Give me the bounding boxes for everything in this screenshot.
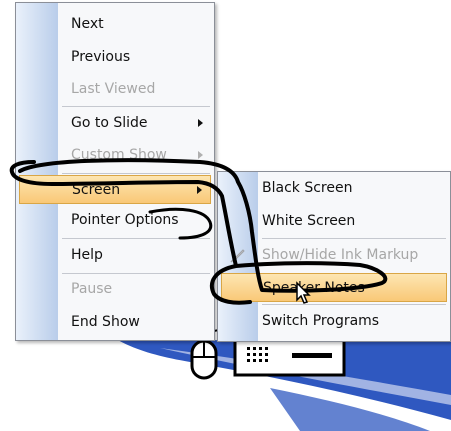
- menu-item-label: Previous: [71, 49, 131, 65]
- menu-item-last-viewed: Last Viewed: [19, 75, 211, 104]
- submenu-arrow-icon: [198, 151, 203, 159]
- menu-item-label: Speaker Notes: [263, 280, 365, 296]
- menu-item-label: Go to Slide: [71, 115, 148, 131]
- menu-item-help[interactable]: Help: [19, 241, 211, 270]
- menu-item-white-screen[interactable]: White Screen: [221, 207, 447, 236]
- menu-item-custom-show: Custom Show: [19, 141, 211, 170]
- slideshow-context-menu: Next Previous Last Viewed Go to Slide Cu…: [15, 2, 215, 341]
- menu-item-label: Pointer Options: [71, 212, 179, 228]
- menu-item-label: Screen: [72, 182, 121, 198]
- menu-item-go-to-slide[interactable]: Go to Slide: [19, 109, 211, 138]
- menu-separator: [62, 238, 210, 239]
- menu-item-label: End Show: [71, 314, 140, 330]
- menu-item-label: Last Viewed: [71, 81, 156, 97]
- menu-item-next[interactable]: Next: [19, 10, 211, 39]
- menu-item-label: Next: [71, 16, 104, 32]
- menu-item-black-screen[interactable]: Black Screen: [221, 174, 447, 203]
- menu-item-end-show[interactable]: End Show: [19, 308, 211, 337]
- menu-item-show-hide-ink-markup: Show/Hide Ink Markup: [221, 241, 447, 270]
- menu-item-previous[interactable]: Previous: [19, 43, 211, 72]
- menu-item-pointer-options[interactable]: Pointer Options: [19, 206, 211, 235]
- ink-pen-icon: [230, 249, 245, 263]
- menu-item-label: Switch Programs: [262, 313, 380, 329]
- menu-item-pause: Pause: [19, 275, 211, 304]
- menu-separator: [62, 173, 210, 174]
- menu-separator: [62, 273, 210, 274]
- menu-item-speaker-notes[interactable]: Speaker Notes: [221, 273, 447, 302]
- menu-item-screen[interactable]: Screen: [19, 175, 211, 204]
- keyboard-icon: [233, 337, 346, 377]
- menu-item-label: Show/Hide Ink Markup: [262, 247, 419, 263]
- menu-separator: [62, 106, 210, 107]
- menu-separator: [262, 238, 446, 239]
- menu-item-switch-programs[interactable]: Switch Programs: [221, 307, 447, 336]
- menu-item-label: Black Screen: [262, 180, 353, 196]
- screen-submenu: Black Screen White Screen Show/Hide Ink …: [217, 171, 451, 342]
- submenu-arrow-icon: [197, 186, 202, 194]
- menu-item-label: White Screen: [262, 213, 356, 229]
- menu-item-label: Custom Show: [71, 147, 167, 163]
- menu-item-label: Pause: [71, 281, 113, 297]
- submenu-arrow-icon: [198, 119, 203, 127]
- menu-item-label: Help: [71, 247, 103, 263]
- menu-separator: [262, 304, 446, 305]
